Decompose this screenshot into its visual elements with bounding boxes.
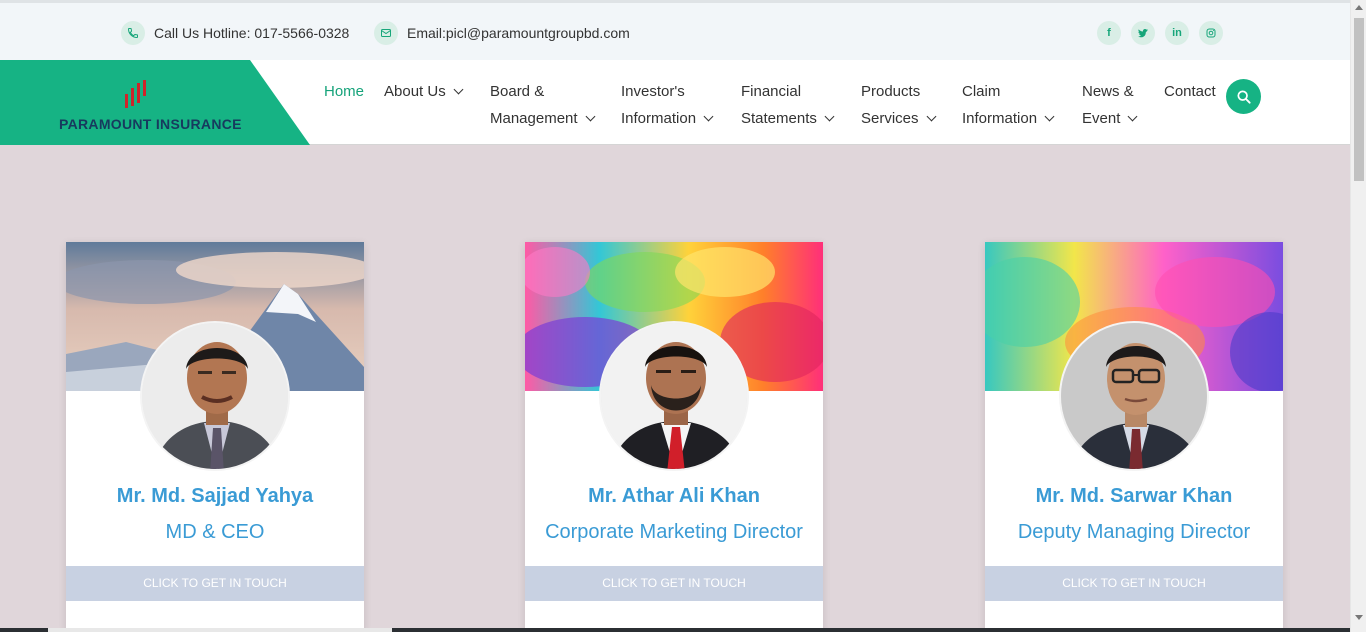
nav-news-label-1: News &	[1082, 83, 1134, 100]
nav-claim-label-2: Information	[962, 110, 1038, 127]
email-contact[interactable]: Email:picl@paramountgroupbd.com	[374, 21, 630, 45]
nav-board-label-2: Management	[490, 110, 578, 127]
hotline-text: Call Us Hotline: 017-5566-0328	[154, 25, 350, 41]
nav-board-management[interactable]: Board & Management	[490, 78, 596, 132]
hotline-contact[interactable]: Call Us Hotline: 017-5566-0328	[121, 21, 349, 45]
brand-name[interactable]: PARAMOUNT INSURANCE	[59, 116, 242, 132]
nav-financial-statements[interactable]: Financial Statements	[741, 78, 835, 132]
nav-contact[interactable]: Contact	[1164, 78, 1216, 105]
scroll-down-arrow-icon[interactable]	[1355, 615, 1363, 620]
nav-products-label-1: Products	[861, 83, 921, 100]
facebook-icon[interactable]: f	[1097, 21, 1121, 45]
linkedin-icon[interactable]: in	[1165, 21, 1189, 45]
team-card: Mr. Athar Ali Khan Corporate Marketing D…	[525, 242, 823, 632]
person-name: Mr. Md. Sarwar Khan	[1035, 485, 1233, 507]
avatar	[1059, 321, 1209, 471]
chevron-down-icon	[1044, 111, 1055, 122]
nav-financial-label-1: Financial	[741, 83, 802, 100]
search-icon	[1236, 89, 1251, 104]
nav-investor-label-2: Information	[621, 110, 697, 127]
nav-news-event[interactable]: News & Event	[1082, 78, 1138, 132]
nav-investor-label-1: Investor's	[621, 83, 685, 100]
chevron-down-icon	[824, 111, 835, 122]
nav-board-label-1: Board &	[490, 83, 545, 100]
nav-financial-label-2: Statements	[741, 110, 817, 127]
nav-investors-information[interactable]: Investor's Information	[621, 78, 714, 132]
chevron-down-icon	[703, 111, 714, 122]
nav-news-label-2: Event	[1082, 110, 1121, 127]
nav-about-label: About Us	[384, 83, 446, 100]
nav-claim-information[interactable]: Claim Information	[962, 78, 1055, 132]
instagram-icon[interactable]	[1199, 21, 1223, 45]
get-in-touch-button[interactable]: CLICK TO GET IN TOUCH	[985, 566, 1283, 601]
get-in-touch-button[interactable]: CLICK TO GET IN TOUCH	[66, 566, 364, 601]
nav-products-services[interactable]: Products Services	[861, 78, 936, 132]
search-button[interactable]	[1226, 79, 1261, 114]
nav-claim-label-1: Claim	[962, 83, 1001, 100]
get-in-touch-button[interactable]: CLICK TO GET IN TOUCH	[525, 566, 823, 601]
person-role: MD & CEO	[165, 521, 265, 543]
nav-home-label: Home	[324, 83, 365, 100]
person-name: Mr. Md. Sajjad Yahya	[116, 485, 314, 507]
email-text: Email:picl@paramountgroupbd.com	[407, 25, 630, 41]
team-card: Mr. Md. Sajjad Yahya MD & CEO CLICK TO G…	[66, 242, 364, 632]
phone-icon	[121, 21, 145, 45]
chevron-down-icon	[1127, 111, 1138, 122]
scroll-up-arrow-icon[interactable]	[1355, 5, 1363, 10]
bottom-strip-highlight	[48, 628, 392, 632]
brand-logo-icon	[125, 80, 146, 108]
chevron-down-icon	[453, 84, 464, 95]
twitter-icon[interactable]	[1131, 21, 1155, 45]
person-role: Deputy Managing Director	[1017, 521, 1251, 543]
social-links: f in	[1097, 21, 1223, 45]
logo-area[interactable]	[0, 60, 310, 145]
top-contact-bar: Call Us Hotline: 017-5566-0328 Email:pic…	[0, 0, 1350, 60]
chevron-down-icon	[926, 111, 936, 122]
bottom-strip	[0, 628, 1350, 632]
main-header: PARAMOUNT INSURANCE Home About Us Board …	[0, 60, 1350, 145]
chevron-down-icon	[585, 111, 596, 122]
mail-icon	[374, 21, 398, 45]
nav-contact-label: Contact	[1164, 83, 1216, 100]
scroll-thumb[interactable]	[1354, 18, 1364, 181]
nav-about-us[interactable]: About Us	[384, 78, 464, 105]
nav-products-label-2: Services	[861, 110, 919, 127]
avatar	[140, 321, 290, 471]
person-name: Mr. Athar Ali Khan	[588, 485, 760, 507]
avatar	[599, 321, 749, 471]
nav-home[interactable]: Home	[324, 78, 364, 105]
person-role: Corporate Marketing Director	[545, 521, 803, 543]
team-card: Mr. Md. Sarwar Khan Deputy Managing Dire…	[985, 242, 1283, 632]
page-scrollbar[interactable]	[1350, 0, 1366, 632]
